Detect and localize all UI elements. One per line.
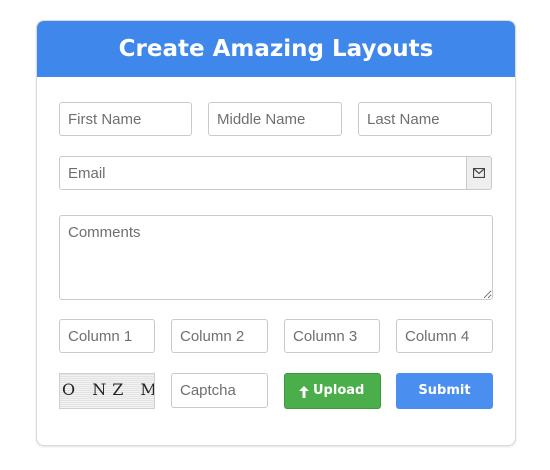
captcha-input[interactable] xyxy=(171,373,268,408)
email-input[interactable] xyxy=(59,156,467,190)
envelope-icon xyxy=(473,168,485,178)
form-card: Create Amazing Layouts O NZ MU Upload Su… xyxy=(36,20,516,446)
captcha-image-text: O NZ MU xyxy=(62,380,154,399)
upload-label: Upload xyxy=(313,383,365,398)
column-1-input[interactable] xyxy=(59,319,155,353)
arrow-up-icon xyxy=(299,386,309,398)
last-name-input[interactable] xyxy=(358,102,492,136)
column-2-input[interactable] xyxy=(171,319,268,353)
first-name-input[interactable] xyxy=(59,102,192,136)
email-addon xyxy=(466,156,492,190)
middle-name-input[interactable] xyxy=(208,102,342,136)
column-4-input[interactable] xyxy=(396,319,493,353)
captcha-image: O NZ MU xyxy=(59,373,155,409)
form-title: Create Amazing Layouts xyxy=(37,21,515,77)
submit-label: Submit xyxy=(418,383,471,398)
comments-textarea[interactable] xyxy=(59,215,493,300)
upload-button[interactable]: Upload xyxy=(284,373,381,409)
submit-button[interactable]: Submit xyxy=(396,373,493,409)
column-3-input[interactable] xyxy=(284,319,380,353)
